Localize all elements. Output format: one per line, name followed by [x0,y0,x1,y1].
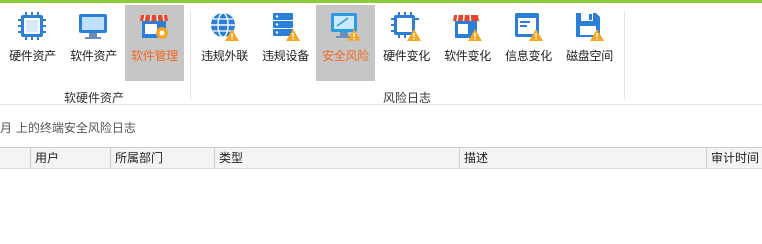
column-header-department[interactable]: 所属部门 [110,148,214,168]
group-separator [624,11,625,99]
tool-software-assets[interactable]: 软件资产 [64,5,123,81]
tool-illegal-devices[interactable]: 违规设备 [256,5,315,81]
tool-info-changes[interactable]: 信息变化 [499,5,558,81]
window-warning-icon [515,13,543,41]
ribbon-toolbar: 硬件资产 软件资产 软件管理 违规外联 违规设备 安全风险 硬件变化 软件变化 … [0,3,762,105]
column-header-audit-time[interactable]: 审计时间 [706,148,762,168]
tool-label: 信息变化 [505,49,552,63]
store-warning-icon [453,14,482,41]
monitor-icon [79,14,107,39]
tool-label: 磁盘空间 [566,49,613,63]
log-description: 月 上的终端安全风险日志 [0,121,136,135]
tool-disk-space[interactable]: 磁盘空间 [560,5,619,81]
tool-software-management[interactable]: 软件管理 [125,5,184,81]
column-header-type[interactable]: 类型 [214,148,459,168]
table-body[interactable] [0,169,762,244]
table-header: 用户 所属部门 类型 描述 审计时间 [0,147,762,169]
tool-label: 违规设备 [262,49,309,63]
column-header-select[interactable] [0,148,30,168]
column-header-description[interactable]: 描述 [459,148,706,168]
tool-label: 违规外联 [201,49,248,63]
group-label-risk-log: 风险日志 [383,91,432,105]
column-header-user[interactable]: 用户 [30,148,110,168]
cpu-chip-icon [18,12,46,40]
store-gear-icon [140,14,168,39]
tool-label: 硬件变化 [383,49,430,63]
tool-hardware-assets[interactable]: 硬件资产 [3,5,62,81]
tool-hardware-changes[interactable]: 硬件变化 [377,5,436,81]
cpu-warning-icon [391,12,421,41]
tool-label: 软件管理 [131,49,178,63]
tool-label: 软件变化 [444,49,491,63]
monitor-warning-icon [331,13,361,41]
tool-label: 安全风险 [322,49,369,63]
tool-software-changes[interactable]: 软件变化 [438,5,497,81]
globe-warning-icon [211,12,239,41]
disk-warning-icon [576,13,604,41]
tool-illegal-outreach[interactable]: 违规外联 [195,5,254,81]
tool-label: 硬件资产 [9,49,56,63]
group-label-assets: 软硬件资产 [64,91,125,105]
tool-label: 软件资产 [70,49,117,63]
group-separator [190,11,191,99]
server-warning-icon [273,13,300,41]
tool-security-risk[interactable]: 安全风险 [316,5,375,81]
